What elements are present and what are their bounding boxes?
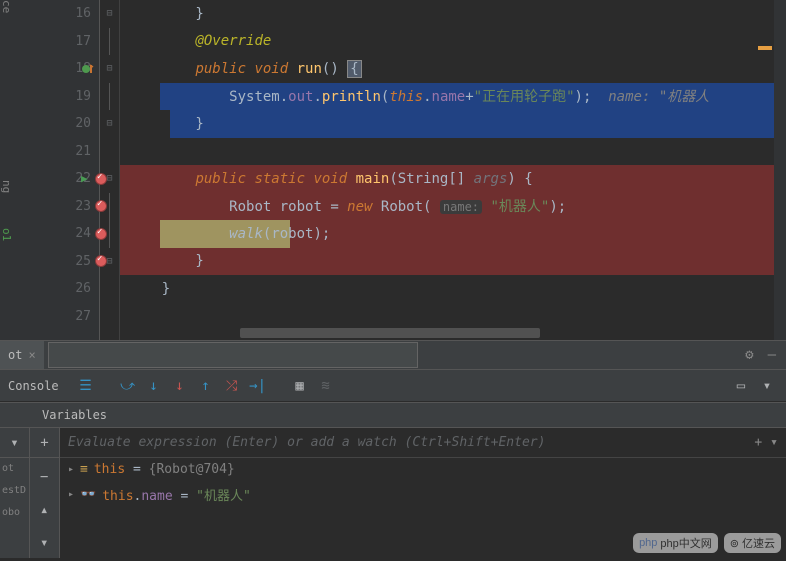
variables-label: Variables [42,408,107,422]
debug-tab-bar: ot × ⚙ — [0,340,786,370]
step-out-icon[interactable]: ↑ [195,375,217,397]
annotation: @Override [195,33,271,49]
frame-item[interactable]: ot [0,458,29,480]
execution-point-icon [81,62,95,76]
trace-icon[interactable]: ≋ [315,375,337,397]
line-number: 26 [75,281,91,296]
vertical-scrollbar[interactable] [774,0,786,340]
drop-frame-icon[interactable]: ⤮ [221,375,243,397]
tool-label: o1 [0,228,13,241]
up-icon[interactable]: ▴ [40,495,48,524]
force-step-into-icon[interactable]: ↓ [169,375,191,397]
debug-tab[interactable]: ot × [0,341,44,369]
dropdown-icon[interactable]: ▾ [0,428,29,457]
add-watch-icon[interactable]: + [754,435,762,450]
watermark-badge: ⊚亿速云 [724,533,781,553]
fold-column[interactable]: ⊟ ⊟ ⊟ ⊟ ⊟ [100,0,120,340]
dropdown-icon[interactable]: ▾ [756,375,778,397]
breakpoint-icon[interactable]: ✓ [95,200,107,212]
evaluate-expression-input[interactable]: Evaluate expression (Enter) or add a wat… [60,428,786,458]
breakpoint-icon[interactable]: ✓ [95,173,107,185]
layout-settings-icon[interactable]: ▭ [730,375,752,397]
line-number: 19 [75,89,91,104]
breakpoint-line-highlight [120,248,786,276]
expand-icon[interactable]: ▸ [68,489,74,500]
variable-row[interactable]: ▸ 👓 this.name = "机器人" [60,481,786,508]
tool-label: ce [0,0,13,13]
tool-label: ng [0,180,13,193]
frame-item[interactable]: obo [0,502,29,524]
watermark-badge: php php中文网 [633,533,718,553]
tab-input[interactable] [48,342,418,368]
line-number: 21 [75,144,91,159]
frame-item[interactable]: estD [0,480,29,502]
code-editor[interactable]: ce ng o1 16 17 18 19 20 21 ▶ ✓ 22 ✓ 23 ✓… [0,0,786,340]
add-icon[interactable]: + [29,428,59,457]
frames-sidebar: ▾ + ot estD obo − ▴ ▾ [0,428,60,558]
line-number: 23 [75,199,91,214]
line-number: 24 [75,226,91,241]
line-number: 16 [75,6,91,21]
code-content[interactable]: } @Override public void run() { System.o… [120,0,786,340]
line-number: 27 [75,309,91,324]
selection-highlight [170,110,786,138]
variable-row[interactable]: ▸ ≡ this = {Robot@704} [60,458,786,481]
watermarks: php php中文网 ⊚亿速云 [633,533,781,553]
breakpoint-icon[interactable]: ✓ [95,255,107,267]
gutter[interactable]: 16 17 18 19 20 21 ▶ ✓ 22 ✓ 23 ✓ 24 ✓ 25 … [25,0,100,340]
left-tool-window[interactable]: ce ng o1 [0,0,25,340]
history-dropdown-icon[interactable]: ▾ [770,435,778,450]
remove-icon[interactable]: − [40,462,48,491]
console-label[interactable]: Console [8,379,59,393]
code: } [128,6,204,22]
watch-icon: 👓 [80,487,96,502]
gear-icon[interactable]: ⚙ [745,347,753,363]
evaluate-icon[interactable]: ▦ [289,375,311,397]
marker-stripe[interactable] [758,46,772,50]
object-icon: ≡ [80,462,88,477]
minimize-icon[interactable]: — [768,347,776,363]
line-number: 20 [75,116,91,131]
debugger-toolbar: Console ☰ ⤻ ↓ ↓ ↑ ⤮ →| ▦ ≋ ▭ ▾ [0,370,786,402]
step-into-icon[interactable]: ↓ [143,375,165,397]
down-icon[interactable]: ▾ [40,529,48,558]
tab-label: ot [8,348,22,362]
run-to-cursor-icon[interactable]: →| [247,375,269,397]
layout-icon[interactable]: ☰ [75,375,97,397]
placeholder-text: Evaluate expression (Enter) or add a wat… [68,435,545,450]
breakpoint-icon[interactable]: ✓ [95,228,107,240]
line-number: 25 [75,254,91,269]
line-number: 17 [75,34,91,49]
close-icon[interactable]: × [28,348,35,362]
variables-tab-header[interactable]: Variables [0,402,786,428]
parameter-hint: name: [440,200,482,214]
run-gutter-icon[interactable]: ▶ [81,172,88,185]
expand-icon[interactable]: ▸ [68,464,74,475]
horizontal-scrollbar[interactable] [240,328,540,338]
step-over-icon[interactable]: ⤻ [117,375,139,397]
